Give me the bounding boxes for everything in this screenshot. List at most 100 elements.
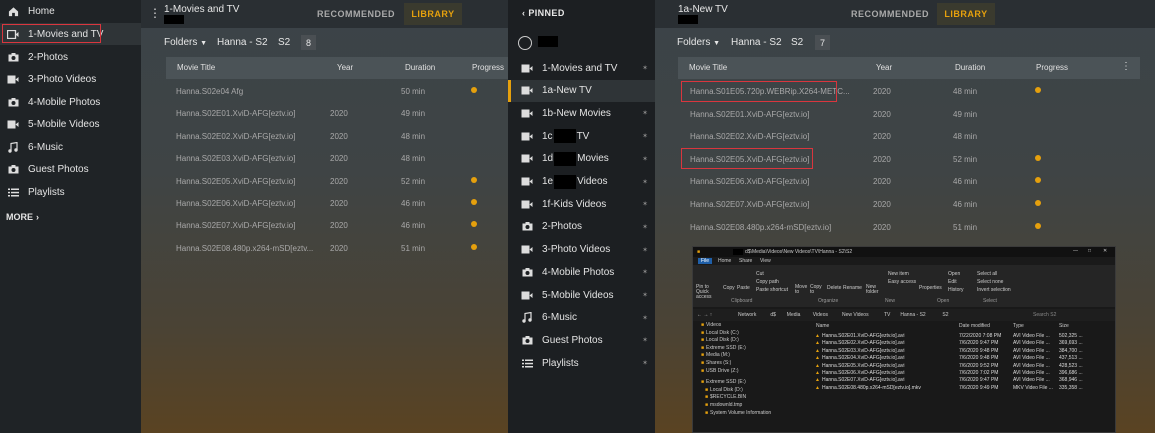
- col-title[interactable]: Movie Title: [177, 63, 215, 72]
- sidebar-item-photo-videos[interactable]: 3-Photo Videos: [0, 68, 141, 90]
- col-duration[interactable]: Duration: [955, 63, 985, 72]
- folders-dropdown[interactable]: Folders ▼: [677, 37, 720, 48]
- tree-item[interactable]: ■ msdownld.tmp: [705, 402, 742, 408]
- new-item-button[interactable]: New item: [888, 271, 909, 277]
- file-row[interactable]: ▲ Hanna.S02E03.XviD-AFG[eztv.io].avi 7/6/2…: [811, 348, 1111, 355]
- pin-icon[interactable]: ✶: [642, 314, 648, 322]
- copy-path-button[interactable]: Copy path: [756, 279, 779, 285]
- tab-recommended[interactable]: RECOMMENDED: [311, 3, 401, 25]
- table-row[interactable]: Hanna.S02E07.XviD-AFG[eztv.io] 2020 46 min: [166, 214, 508, 236]
- col-year[interactable]: Year: [337, 63, 353, 72]
- pinned-item[interactable]: 3-Photo Videos ✶: [508, 239, 655, 261]
- breadcrumb-segment[interactable]: Hanna - S2: [900, 312, 925, 318]
- table-row[interactable]: Hanna.S02E02.XviD-AFG[eztv.io] 2020 48 min: [678, 125, 1140, 147]
- search-input[interactable]: Search S2: [1033, 312, 1056, 318]
- tab-library[interactable]: LIBRARY: [937, 3, 995, 25]
- tab-share[interactable]: Share: [739, 258, 752, 264]
- pin-icon[interactable]: ✶: [642, 223, 648, 231]
- tab-home[interactable]: Home: [718, 258, 731, 264]
- pin-icon[interactable]: ✶: [642, 291, 648, 299]
- new-folder-button[interactable]: New folder: [866, 285, 880, 295]
- tree-item[interactable]: ■ Extreme SSD (E:): [701, 379, 746, 385]
- back-pinned-button[interactable]: ‹ PINNED: [522, 8, 565, 18]
- tree-item[interactable]: ■ Local Disk (C:): [701, 330, 739, 336]
- folders-dropdown[interactable]: Folders ▼: [164, 37, 207, 48]
- table-row[interactable]: Hanna.S02E05.XviD-AFG[eztv.io] 2020 52 min: [166, 170, 508, 192]
- rename-button[interactable]: Rename: [843, 285, 862, 291]
- tree-item[interactable]: ■ USB Drive (Z:): [701, 368, 739, 374]
- pinned-item[interactable]: 5-Mobile Videos ✶: [508, 284, 655, 306]
- minimize-icon[interactable]: —: [1073, 248, 1078, 254]
- pin-icon[interactable]: ✶: [642, 246, 648, 254]
- file-row[interactable]: ▲ Hanna.S02E06.XviD-AFG[eztv.io].avi 7/6/2…: [811, 370, 1111, 377]
- pinned-item[interactable]: 1c TV ✶: [508, 125, 655, 147]
- delete-button[interactable]: Delete: [827, 285, 841, 291]
- breadcrumb-segment[interactable]: TV: [884, 312, 890, 318]
- pin-icon[interactable]: ✶: [642, 336, 648, 344]
- table-row[interactable]: Hanna.S02E03.XviD-AFG[eztv.io] 2020 48 min: [166, 147, 508, 169]
- pinned-item[interactable]: 1d Movies ✶: [508, 148, 655, 170]
- table-row[interactable]: Hanna.S02E01.XviD-AFG[eztv.io] 2020 49 min: [166, 102, 508, 124]
- open-button[interactable]: Open: [948, 271, 960, 277]
- breadcrumb-segment[interactable]: New Videos: [842, 312, 869, 318]
- history-button[interactable]: History: [948, 287, 964, 293]
- file-row[interactable]: ▲ Hanna.S02E08.480p.x264-mSD[eztv.io].mkv…: [811, 385, 1111, 392]
- select-all-button[interactable]: Select all: [977, 271, 997, 277]
- col-progress[interactable]: Progress: [1036, 63, 1068, 72]
- file-row[interactable]: ▲ Hanna.S02E01.XviD-AFG[eztv.io].avi 7/22/…: [811, 333, 1111, 340]
- more-vertical-icon[interactable]: ⋮: [1121, 61, 1131, 72]
- file-row[interactable]: ▲ Hanna.S02E05.XviD-AFG[eztv.io].avi 7/6/2…: [811, 363, 1111, 370]
- tree-item[interactable]: ■ Local Disk (D:): [701, 337, 739, 343]
- sidebar-item-guest-photos[interactable]: Guest Photos: [0, 158, 141, 180]
- breadcrumb-segment[interactable]: Media: [787, 312, 801, 318]
- paste-button[interactable]: Paste: [737, 285, 750, 291]
- tab-file[interactable]: File: [698, 258, 713, 264]
- sidebar-item-photos[interactable]: 2-Photos: [0, 46, 141, 68]
- breadcrumb-segment[interactable]: Videos: [813, 312, 828, 318]
- sidebar-item-home[interactable]: Home: [0, 0, 141, 22]
- tree-item[interactable]: ■ Videos: [701, 322, 721, 328]
- pin-icon[interactable]: ✶: [642, 155, 648, 163]
- table-row[interactable]: Hanna.S02E08.480p.x264-mSD[eztv.io] 2020 5…: [678, 216, 1140, 238]
- easy-access-button[interactable]: Easy access: [888, 279, 916, 285]
- col-size[interactable]: Size: [1059, 323, 1069, 329]
- properties-button[interactable]: Properties: [919, 285, 942, 291]
- pin-icon[interactable]: ✶: [642, 359, 648, 367]
- file-row[interactable]: ▲ Hanna.S02E04.XviD-AFG[eztv.io].avi 7/6/2…: [811, 355, 1111, 362]
- season-label[interactable]: S2: [791, 37, 803, 48]
- more-vertical-icon[interactable]: ⋮: [149, 6, 161, 20]
- avatar[interactable]: [518, 36, 532, 50]
- sidebar-item-mobile-photos[interactable]: 4-Mobile Photos: [0, 91, 141, 113]
- pin-icon[interactable]: ✶: [642, 109, 648, 117]
- sidebar-item-playlists[interactable]: Playlists: [0, 181, 141, 203]
- col-date[interactable]: Date modified: [959, 323, 990, 329]
- tree-item[interactable]: ■ Shares (S:): [701, 360, 731, 366]
- col-type[interactable]: Type: [1013, 323, 1024, 329]
- breadcrumb[interactable]: Hanna - S2: [217, 37, 268, 48]
- table-row[interactable]: Hanna.S02E01.XviD-AFG[eztv.io] 2020 49 min: [678, 103, 1140, 125]
- pinned-item[interactable]: Guest Photos ✶: [508, 329, 655, 351]
- tab-recommended[interactable]: RECOMMENDED: [845, 3, 935, 25]
- nav-arrows-icon[interactable]: ← → ↑: [697, 312, 712, 318]
- pin-icon[interactable]: ✶: [642, 132, 648, 140]
- sidebar-item-music[interactable]: 6-Music: [0, 136, 141, 158]
- season-label[interactable]: S2: [278, 37, 290, 48]
- tree-item[interactable]: ■ Extreme SSD (E:): [701, 345, 746, 351]
- tree-item[interactable]: ■ Media (M:): [701, 352, 730, 358]
- breadcrumb-segment[interactable]: S2: [942, 312, 948, 318]
- table-row[interactable]: Hanna.S02E07.XviD-AFG[eztv.io] 2020 46 min: [678, 193, 1140, 215]
- close-icon[interactable]: ✕: [1103, 248, 1107, 254]
- cut-button[interactable]: Cut: [756, 271, 764, 277]
- table-row[interactable]: Hanna.S02e04 Afg 50 min: [166, 80, 508, 102]
- breadcrumb-segment[interactable]: Network: [738, 312, 756, 318]
- select-none-button[interactable]: Select none: [977, 279, 1003, 285]
- table-row[interactable]: Hanna.S02E06.XviD-AFG[eztv.io] 2020 46 min: [678, 170, 1140, 192]
- col-progress[interactable]: Progress: [472, 63, 504, 72]
- breadcrumb-segment[interactable]: d$: [770, 312, 776, 318]
- maximize-icon[interactable]: □: [1088, 248, 1091, 254]
- pinned-item[interactable]: 4-Mobile Photos ✶: [508, 261, 655, 283]
- col-year[interactable]: Year: [876, 63, 892, 72]
- sidebar-item-mobile-videos[interactable]: 5-Mobile Videos: [0, 113, 141, 135]
- tab-library[interactable]: LIBRARY: [404, 3, 462, 25]
- pinned-item[interactable]: 1-Movies and TV ✶: [508, 57, 655, 79]
